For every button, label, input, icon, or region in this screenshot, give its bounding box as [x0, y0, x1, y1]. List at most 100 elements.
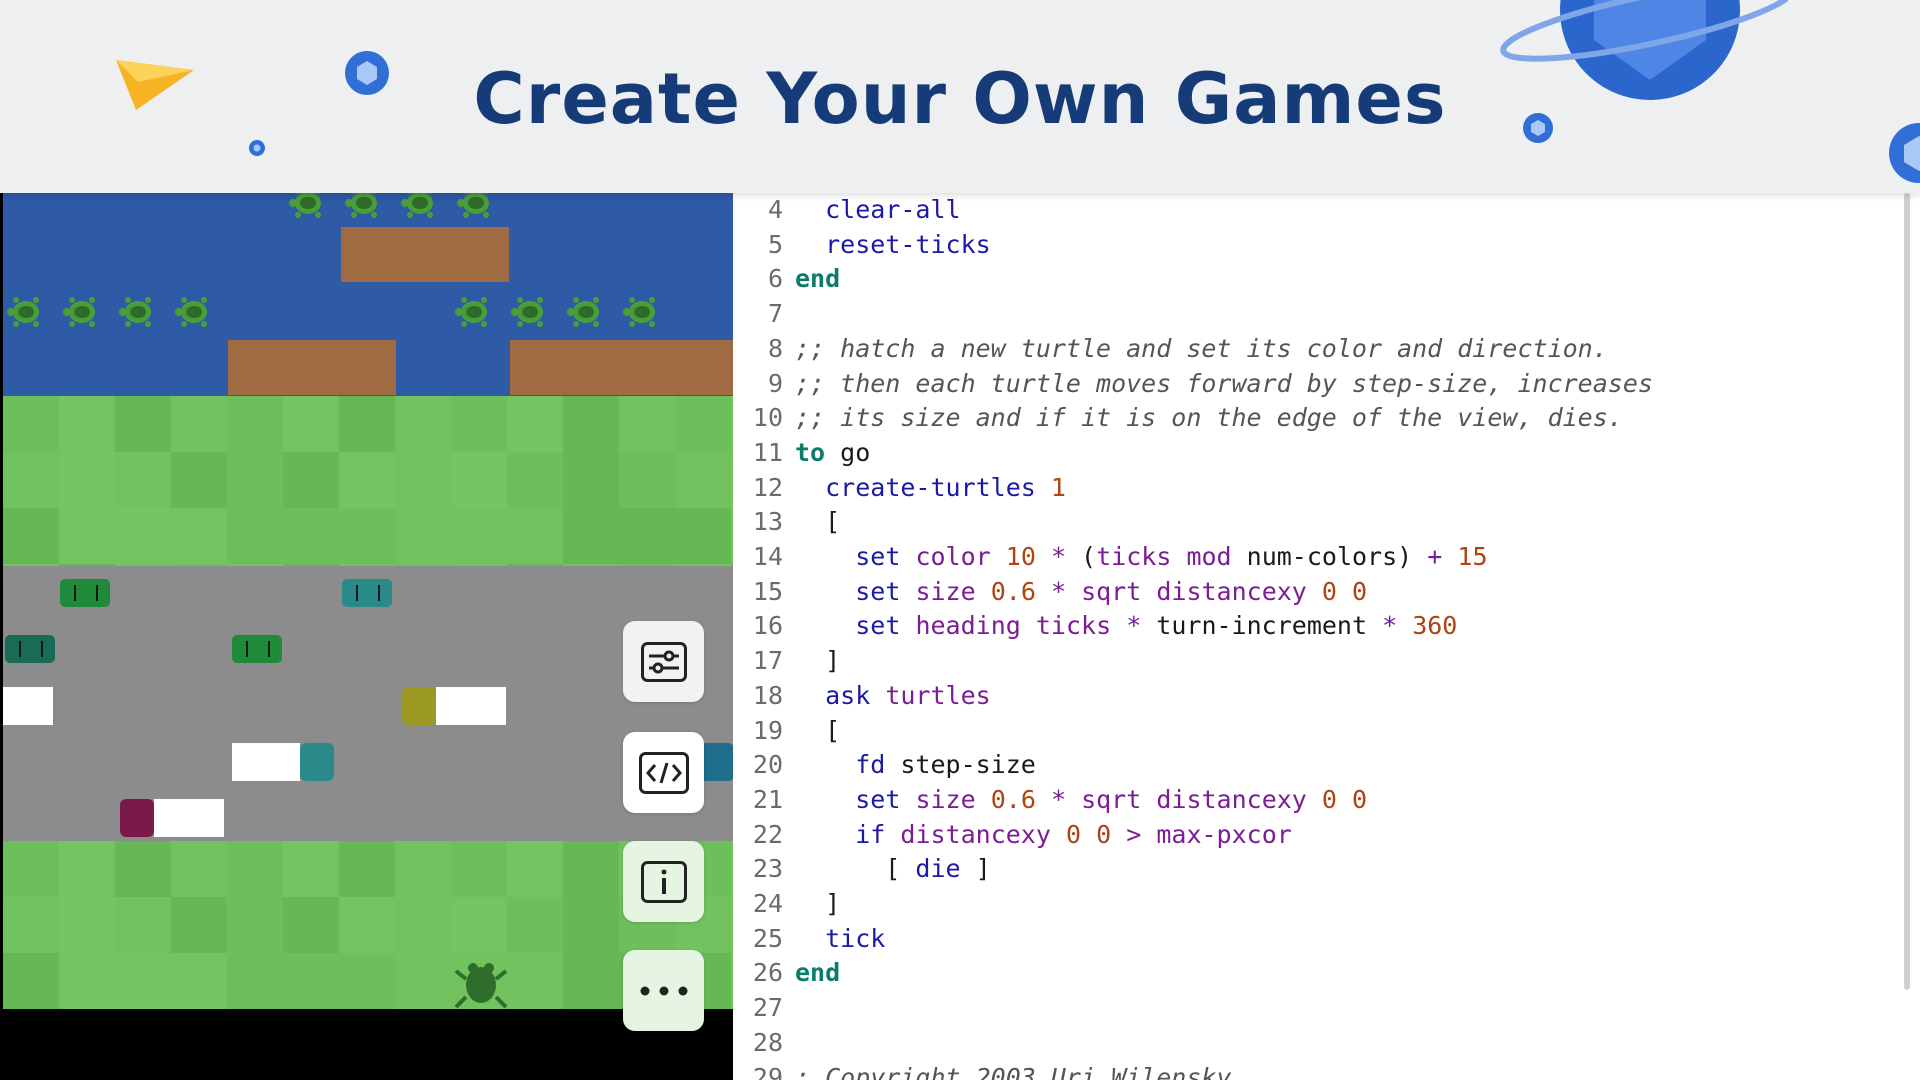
settings-sliders-button[interactable]: [623, 621, 704, 702]
code-line[interactable]: 26 end: [733, 956, 840, 991]
gem-small-icon: [249, 140, 265, 156]
log: [510, 340, 733, 395]
code-text[interactable]: clear-all: [795, 193, 960, 228]
code-line[interactable]: 16 set heading ticks * turn-increment * …: [733, 609, 1457, 644]
grass-tile: [3, 953, 59, 1009]
code-text[interactable]: to go: [795, 436, 870, 471]
code-text[interactable]: end: [795, 956, 840, 991]
grass-tile: [451, 841, 507, 897]
code-line[interactable]: 24 ]: [733, 887, 840, 922]
code-text[interactable]: ;; its size and if it is on the edge of …: [795, 401, 1623, 436]
code-text[interactable]: reset-ticks: [795, 228, 991, 263]
code-line[interactable]: 27: [733, 991, 795, 1026]
code-text[interactable]: ]: [795, 644, 840, 679]
code-line[interactable]: 13 [: [733, 505, 840, 540]
code-text[interactable]: set size 0.6 * sqrt distancexy 0 0: [795, 783, 1367, 818]
turtle-sprite: [511, 297, 543, 327]
game-view[interactable]: [0, 193, 733, 1080]
code-text[interactable]: end: [795, 262, 840, 297]
code-editor[interactable]: 4 clear-all 5 reset-ticks 6 end 7 8;; hatch a…: [733, 193, 1920, 1080]
code-text[interactable]: [: [795, 714, 840, 749]
code-text[interactable]: fd step-size: [795, 748, 1036, 783]
grass-tile: [563, 452, 619, 508]
code-line[interactable]: 18 ask turtles: [733, 679, 991, 714]
code-line[interactable]: 7: [733, 297, 795, 332]
code-line[interactable]: 12 create-turtles 1: [733, 471, 1066, 506]
code-line[interactable]: 23 [ die ]: [733, 852, 991, 887]
turtle-sprite: [401, 193, 433, 218]
car: [60, 579, 110, 607]
line-number: 9: [767, 368, 783, 398]
grass-tile: [59, 396, 115, 452]
line-number: 6: [767, 264, 783, 294]
code-line[interactable]: 25 tick: [733, 922, 885, 957]
sliders-icon: [640, 641, 687, 682]
grass-tile: [227, 953, 283, 1009]
code-line[interactable]: 15 set size 0.6 * sqrt distancexy 0 0: [733, 575, 1367, 610]
code-text[interactable]: ;; hatch a new turtle and set its color …: [795, 332, 1608, 367]
info-button[interactable]: [623, 841, 704, 922]
code-line[interactable]: 29 ; Copyright 2003 Uri Wilensky.: [733, 1061, 1247, 1080]
grass-tile: [507, 452, 563, 508]
code-line[interactable]: 17 ]: [733, 644, 840, 679]
truck-cab: [120, 799, 154, 837]
line-number: 27: [752, 993, 783, 1023]
grass-tile: [59, 841, 115, 897]
line-number: 17: [752, 646, 783, 676]
code-text[interactable]: ; Copyright 2003 Uri Wilensky.: [795, 1061, 1247, 1080]
grass-tile: [115, 508, 171, 564]
code-line[interactable]: 8 ;; hatch a new turtle and set its color…: [733, 332, 1608, 367]
grass-tile: [283, 841, 339, 897]
turtle-sprite: [289, 193, 321, 218]
line-number: 11: [752, 437, 783, 467]
code-line[interactable]: 5 reset-ticks: [733, 228, 991, 263]
car: [5, 635, 55, 663]
code-text[interactable]: tick: [795, 922, 885, 957]
code-line[interactable]: 6 end: [733, 262, 840, 297]
grass-tile: [227, 508, 283, 564]
code-button[interactable]: [623, 732, 704, 813]
line-number: 13: [752, 507, 783, 537]
grass-tile: [59, 508, 115, 564]
code-line[interactable]: 22 if distancexy 0 0 > max-pxcor: [733, 818, 1292, 853]
code-text[interactable]: [ die ]: [795, 852, 990, 887]
grass-tile: [395, 452, 451, 508]
code-text[interactable]: [: [795, 505, 840, 540]
code-line[interactable]: 19 [: [733, 714, 840, 749]
line-number: 20: [752, 750, 783, 780]
grass-tile: [171, 508, 227, 564]
code-text[interactable]: set heading ticks * turn-increment * 360: [795, 609, 1457, 644]
code-text[interactable]: set color 10 * (ticks mod num-colors) + …: [795, 540, 1487, 575]
grass-tile: [507, 841, 563, 897]
code-line[interactable]: 28: [733, 1026, 795, 1061]
code-text[interactable]: ;; then each turtle moves forward by ste…: [795, 367, 1653, 402]
grass-tile: [3, 508, 59, 564]
grass-tile: [395, 841, 451, 897]
page-title: Create Your Own Games: [473, 58, 1447, 140]
editor-scrollbar[interactable]: [1904, 193, 1910, 990]
log: [341, 227, 509, 282]
grass-tile: [395, 953, 451, 1009]
turtle-sprite: [457, 193, 489, 218]
code-line[interactable]: 9 ;; then each turtle moves forward by st…: [733, 367, 1653, 402]
code-line[interactable]: 20 fd step-size: [733, 748, 1036, 783]
more-button[interactable]: [623, 950, 704, 1031]
code-text[interactable]: create-turtles 1: [795, 471, 1066, 506]
grass-tile: [227, 452, 283, 508]
code-text[interactable]: ]: [795, 887, 840, 922]
line-number: 19: [752, 715, 783, 745]
page-header: Create Your Own Games: [0, 0, 1920, 193]
code-text[interactable]: set size 0.6 * sqrt distancexy 0 0: [795, 575, 1367, 610]
code-text[interactable]: ask turtles: [795, 679, 991, 714]
code-line[interactable]: 4 clear-all: [733, 193, 961, 228]
code-line[interactable]: 21 set size 0.6 * sqrt distancexy 0 0: [733, 783, 1367, 818]
code-line[interactable]: 11 to go: [733, 436, 870, 471]
code-text[interactable]: if distancexy 0 0 > max-pxcor: [795, 818, 1292, 853]
code-line[interactable]: 10 ;; its size and if it is on the edge o…: [733, 401, 1623, 436]
grass-tile: [339, 452, 395, 508]
grass-tile: [563, 396, 619, 452]
grass-tile: [171, 452, 227, 508]
code-line[interactable]: 14 set color 10 * (ticks mod num-colors)…: [733, 540, 1488, 575]
grass-tile: [451, 897, 507, 953]
grass-tile: [395, 897, 451, 953]
